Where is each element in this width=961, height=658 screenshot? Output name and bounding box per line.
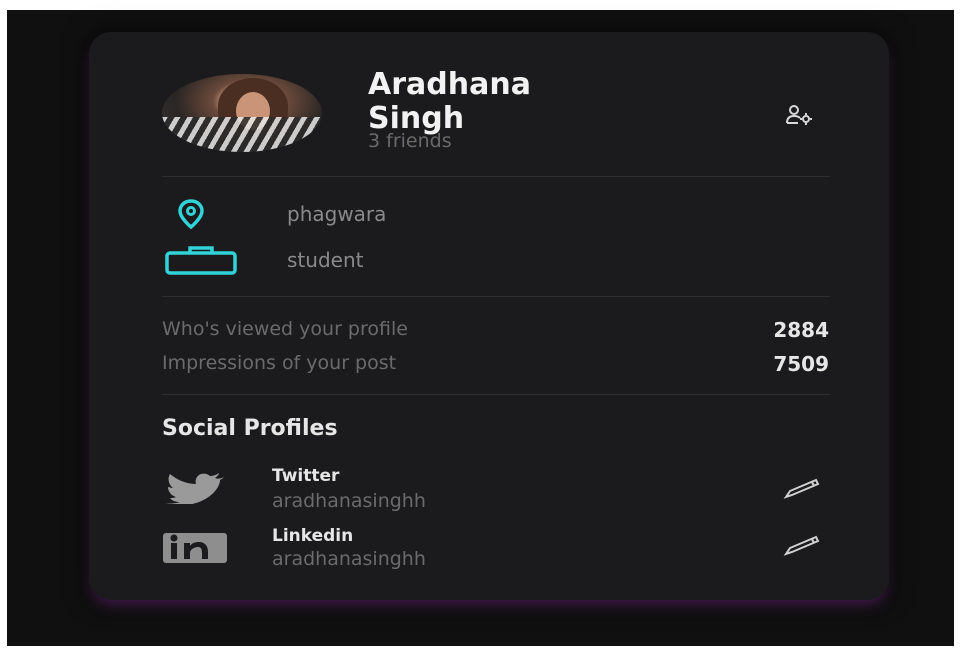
- social-handle-twitter[interactable]: aradhanasinghh: [272, 490, 426, 512]
- user-settings-icon[interactable]: [786, 104, 812, 126]
- divider: [162, 176, 830, 177]
- linkedin-icon[interactable]: [162, 532, 228, 564]
- occupation-text: student: [287, 248, 364, 272]
- pencil-icon[interactable]: [782, 477, 822, 501]
- avatar-shirt: [162, 116, 322, 152]
- stat-label-profile-views: Who's viewed your profile: [162, 318, 408, 340]
- profile-first-name: Aradhana: [368, 67, 531, 102]
- friends-count[interactable]: 3 friends: [368, 130, 452, 152]
- profile-name: Aradhana Singh: [368, 68, 648, 136]
- stat-value-impressions: 7509: [773, 352, 829, 376]
- twitter-icon[interactable]: [162, 472, 228, 504]
- pencil-icon[interactable]: [782, 534, 822, 558]
- social-handle-linkedin[interactable]: aradhanasinghh: [272, 548, 426, 570]
- stat-value-profile-views: 2884: [773, 318, 829, 342]
- location-pin-icon: [178, 199, 204, 230]
- avatar[interactable]: [162, 74, 322, 152]
- location-text: phagwara: [287, 202, 387, 226]
- divider: [162, 296, 830, 297]
- stat-label-impressions: Impressions of your post: [162, 352, 397, 374]
- social-name-twitter: Twitter: [272, 466, 340, 486]
- social-profiles-title: Social Profiles: [162, 416, 338, 441]
- briefcase-icon: [165, 246, 237, 275]
- divider: [162, 394, 830, 395]
- social-name-linkedin: Linkedin: [272, 526, 354, 546]
